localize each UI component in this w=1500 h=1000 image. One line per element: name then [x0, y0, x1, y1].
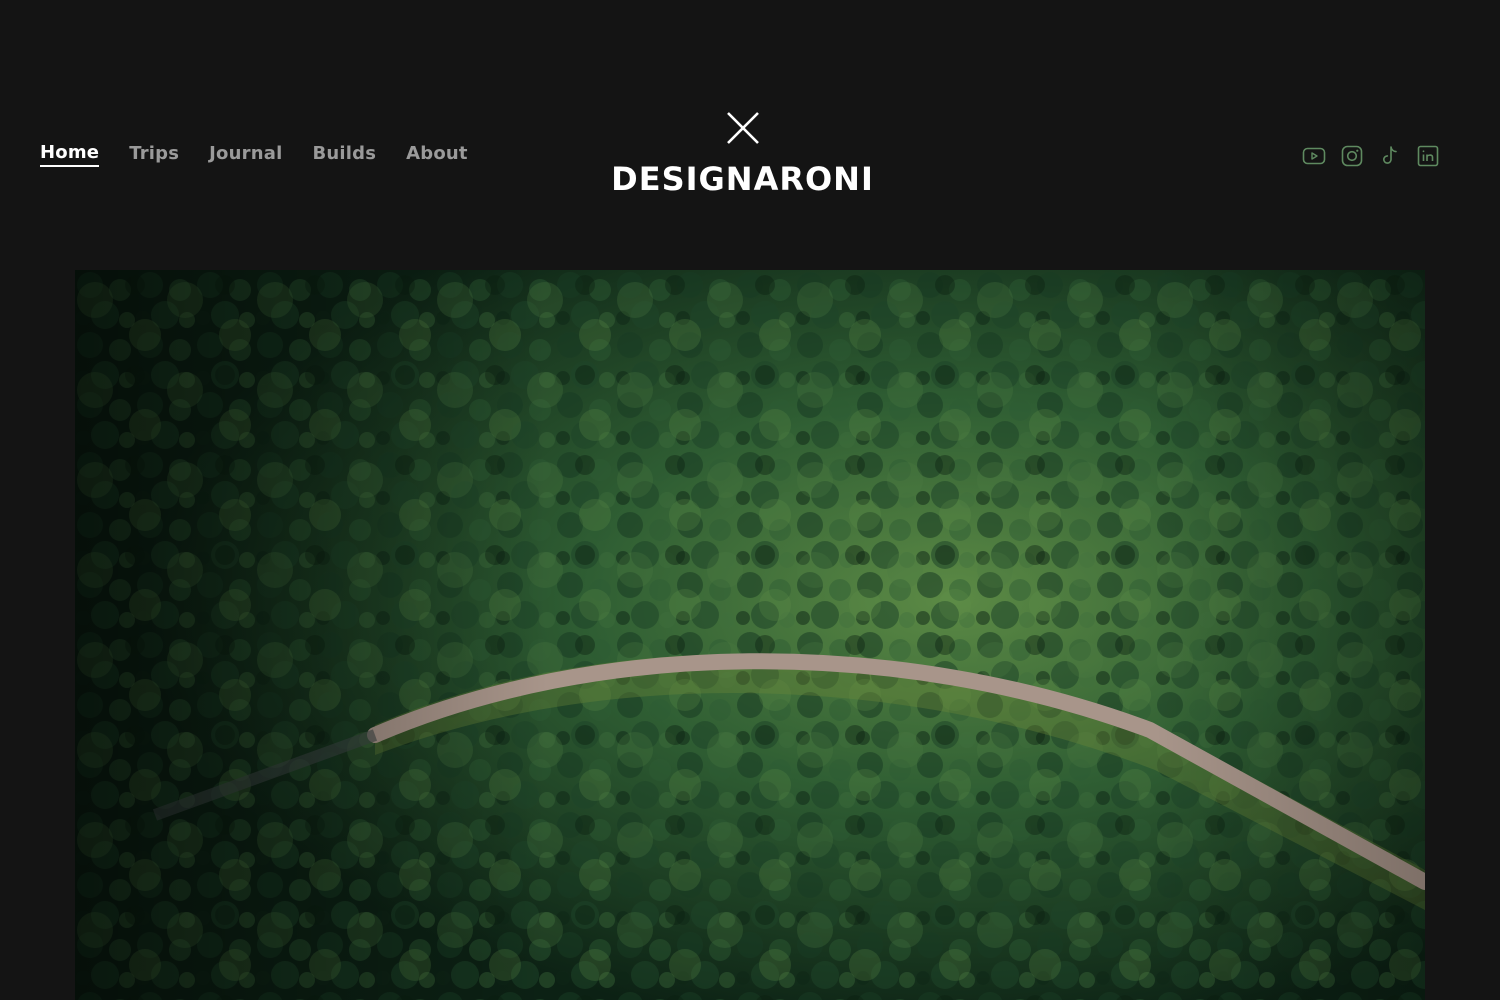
- linkedin-icon[interactable]: [1416, 144, 1440, 168]
- hero-image: [75, 270, 1425, 1000]
- social-links: [1302, 144, 1440, 168]
- x-mark-icon: [726, 112, 759, 144]
- instagram-icon[interactable]: [1340, 144, 1364, 168]
- site-title: DESIGNARONI: [611, 160, 874, 198]
- tiktok-icon[interactable]: [1378, 144, 1402, 168]
- youtube-icon[interactable]: [1302, 144, 1326, 168]
- brand-logo[interactable]: DESIGNARONI: [0, 108, 1485, 198]
- page: Home Trips Journal Builds About DESIGNAR…: [0, 0, 1500, 1000]
- aerial-forest-road-image: [75, 270, 1425, 1000]
